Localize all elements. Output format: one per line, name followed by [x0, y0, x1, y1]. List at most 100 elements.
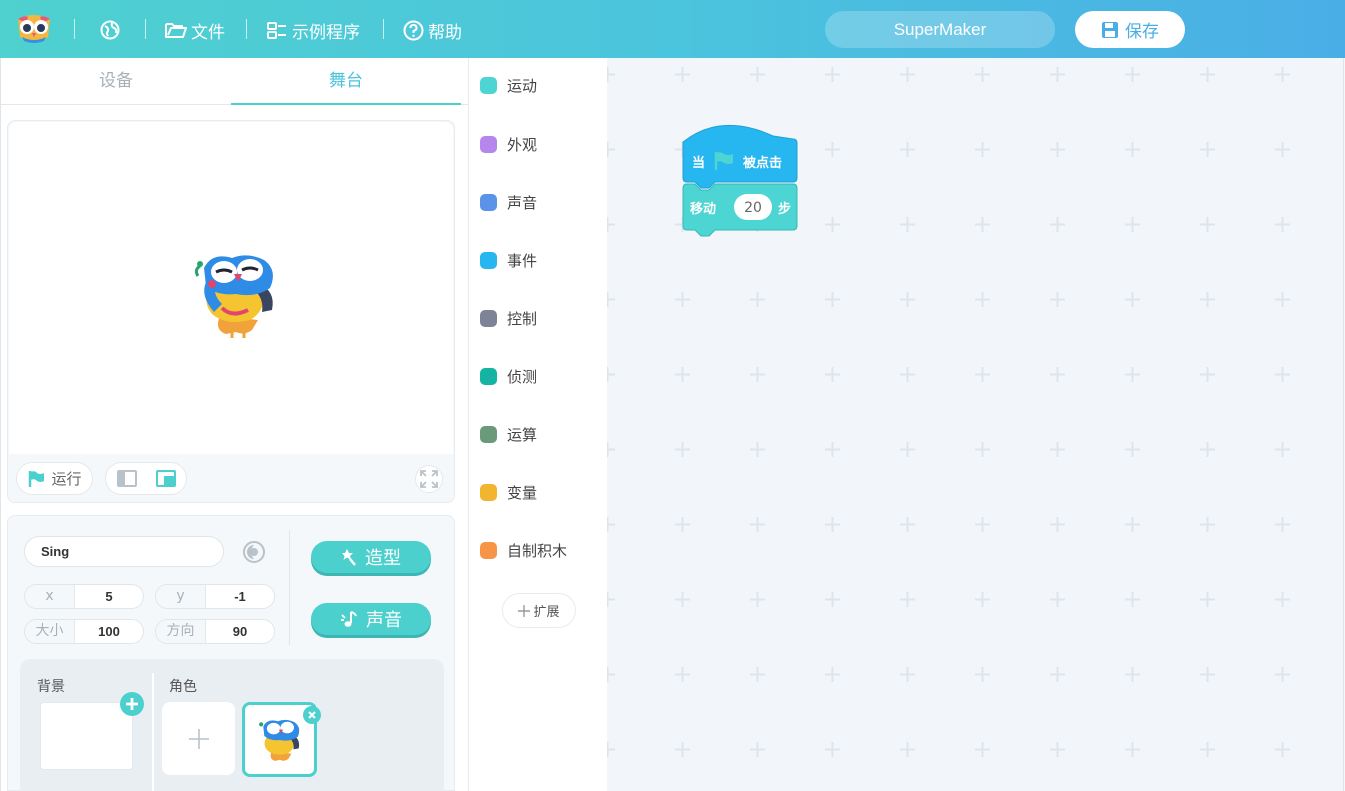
category-label: 声音: [507, 193, 538, 212]
direction-label: 方向: [156, 620, 206, 643]
category-label: 运动: [507, 76, 538, 95]
costume-button[interactable]: 造型: [311, 541, 431, 573]
plus-icon: [518, 604, 531, 617]
category-color-dot: [480, 541, 497, 559]
y-input[interactable]: [207, 585, 273, 608]
category-color-dot: [480, 425, 497, 443]
examples-menu[interactable]: 示例程序: [266, 17, 360, 43]
tab-device[interactable]: 设备: [1, 58, 231, 105]
examples-menu-label: 示例程序: [292, 22, 360, 43]
folder-icon: [165, 23, 187, 38]
owl-sprite-image[interactable]: [192, 246, 284, 338]
divider: [246, 19, 247, 39]
extension-label: 扩展: [533, 605, 560, 620]
category-sound[interactable]: 声音: [480, 189, 537, 215]
y-label: y: [156, 585, 206, 608]
close-icon: [308, 711, 316, 719]
divider: [74, 19, 75, 39]
divider: [383, 19, 384, 39]
y-position-field: y: [155, 584, 275, 609]
project-name-field[interactable]: SuperMaker: [825, 11, 1055, 48]
visibility-toggle-icon[interactable]: [242, 540, 266, 564]
add-sprite-button[interactable]: [162, 702, 235, 775]
divider: [289, 530, 290, 645]
script-stack[interactable]: 当 被点击 移动 20 步: [681, 122, 805, 242]
left-panel: 设备 舞台 运行 Sing x 5 y -1 大小 100 方向 90 造型 声…: [0, 58, 469, 791]
category-color-dot: [480, 251, 497, 269]
category-events[interactable]: 事件: [480, 247, 537, 273]
expand-icon: [420, 470, 438, 488]
move-block-prefix: 移动: [690, 201, 716, 217]
category-control[interactable]: 控制: [480, 305, 537, 331]
category-label: 变量: [507, 483, 538, 502]
backdrop-label: 背景: [37, 679, 65, 695]
run-button-label: 运行: [51, 470, 82, 488]
category-looks[interactable]: 外观: [480, 131, 537, 157]
direction-field: 方向: [155, 619, 275, 644]
stage-canvas[interactable]: [9, 122, 453, 454]
category-color-dot: [480, 193, 497, 211]
category-color-dot: [480, 135, 497, 153]
divider: [145, 19, 146, 39]
script-workspace[interactable]: 当 被点击 移动 20 步: [607, 58, 1344, 791]
examples-icon: [267, 22, 286, 39]
category-label: 控制: [507, 309, 538, 328]
language-button[interactable]: [100, 17, 124, 43]
x-label: x: [25, 585, 75, 608]
small-stage-icon[interactable]: [117, 470, 137, 487]
category-label: 事件: [507, 251, 538, 270]
direction-input[interactable]: [207, 620, 273, 643]
hat-block-suffix: 被点击: [742, 155, 782, 171]
help-icon: [403, 20, 424, 40]
run-button[interactable]: 运行: [16, 462, 93, 495]
add-backdrop-button[interactable]: [120, 692, 144, 716]
asset-area: 背景 角色: [20, 659, 444, 791]
stage-card: 运行: [7, 120, 455, 503]
category-variables[interactable]: 变量: [480, 479, 537, 505]
category-my-blocks[interactable]: 自制积木: [480, 537, 567, 563]
green-flag-icon: [29, 470, 45, 487]
file-menu[interactable]: 文件: [165, 17, 225, 43]
backdrop-thumbnail[interactable]: [40, 702, 133, 770]
category-label: 外观: [507, 135, 538, 154]
top-bar: 文件 示例程序 帮助 SuperMaker 保存: [0, 0, 1345, 58]
size-input[interactable]: [76, 620, 142, 643]
stage-layout-toggle: [105, 462, 187, 495]
hat-block-prefix: 当: [692, 155, 705, 171]
x-position-field: x: [24, 584, 144, 609]
help-menu[interactable]: 帮助: [403, 17, 462, 43]
category-sensing[interactable]: 侦测: [480, 363, 537, 389]
sound-button-label: 声音: [366, 610, 402, 631]
category-label: 侦测: [507, 367, 538, 386]
magic-wand-icon: [342, 549, 356, 566]
sprite-label: 角色: [169, 679, 197, 695]
owl-sprite-thumbnail-image: [259, 719, 300, 761]
fullscreen-button[interactable]: [415, 465, 443, 493]
category-color-dot: [480, 483, 497, 501]
x-input[interactable]: [76, 585, 142, 608]
category-operators[interactable]: 运算: [480, 421, 537, 447]
file-menu-label: 文件: [191, 22, 225, 43]
large-stage-icon[interactable]: [156, 470, 176, 487]
plus-icon: [126, 698, 138, 710]
delete-sprite-button[interactable]: [303, 706, 321, 724]
globe-icon: [100, 20, 120, 40]
floppy-disk-icon: [1102, 21, 1118, 38]
tab-stage[interactable]: 舞台: [231, 58, 461, 105]
owl-logo-icon[interactable]: [14, 13, 54, 45]
category-color-dot: [480, 367, 497, 385]
sprite-info-card: x y 大小 方向 造型 声音 背景: [7, 515, 455, 791]
panel-tabs: 设备 舞台: [1, 58, 469, 105]
add-extension-button[interactable]: 扩展: [502, 593, 576, 628]
divider: [152, 673, 154, 791]
size-label: 大小: [25, 620, 75, 643]
steps-value: 20: [744, 200, 762, 216]
help-menu-label: 帮助: [428, 22, 462, 43]
save-button[interactable]: 保存: [1075, 11, 1185, 48]
costume-button-label: 造型: [365, 548, 401, 569]
category-motion[interactable]: 运动: [480, 72, 537, 98]
block-categories: 运动 外观 声音 事件 控制 侦测 运算 变量 自制积木 扩展: [468, 58, 607, 791]
category-color-dot: [480, 309, 497, 327]
sound-button[interactable]: 声音: [311, 603, 431, 635]
sprite-name-input[interactable]: [24, 536, 224, 567]
